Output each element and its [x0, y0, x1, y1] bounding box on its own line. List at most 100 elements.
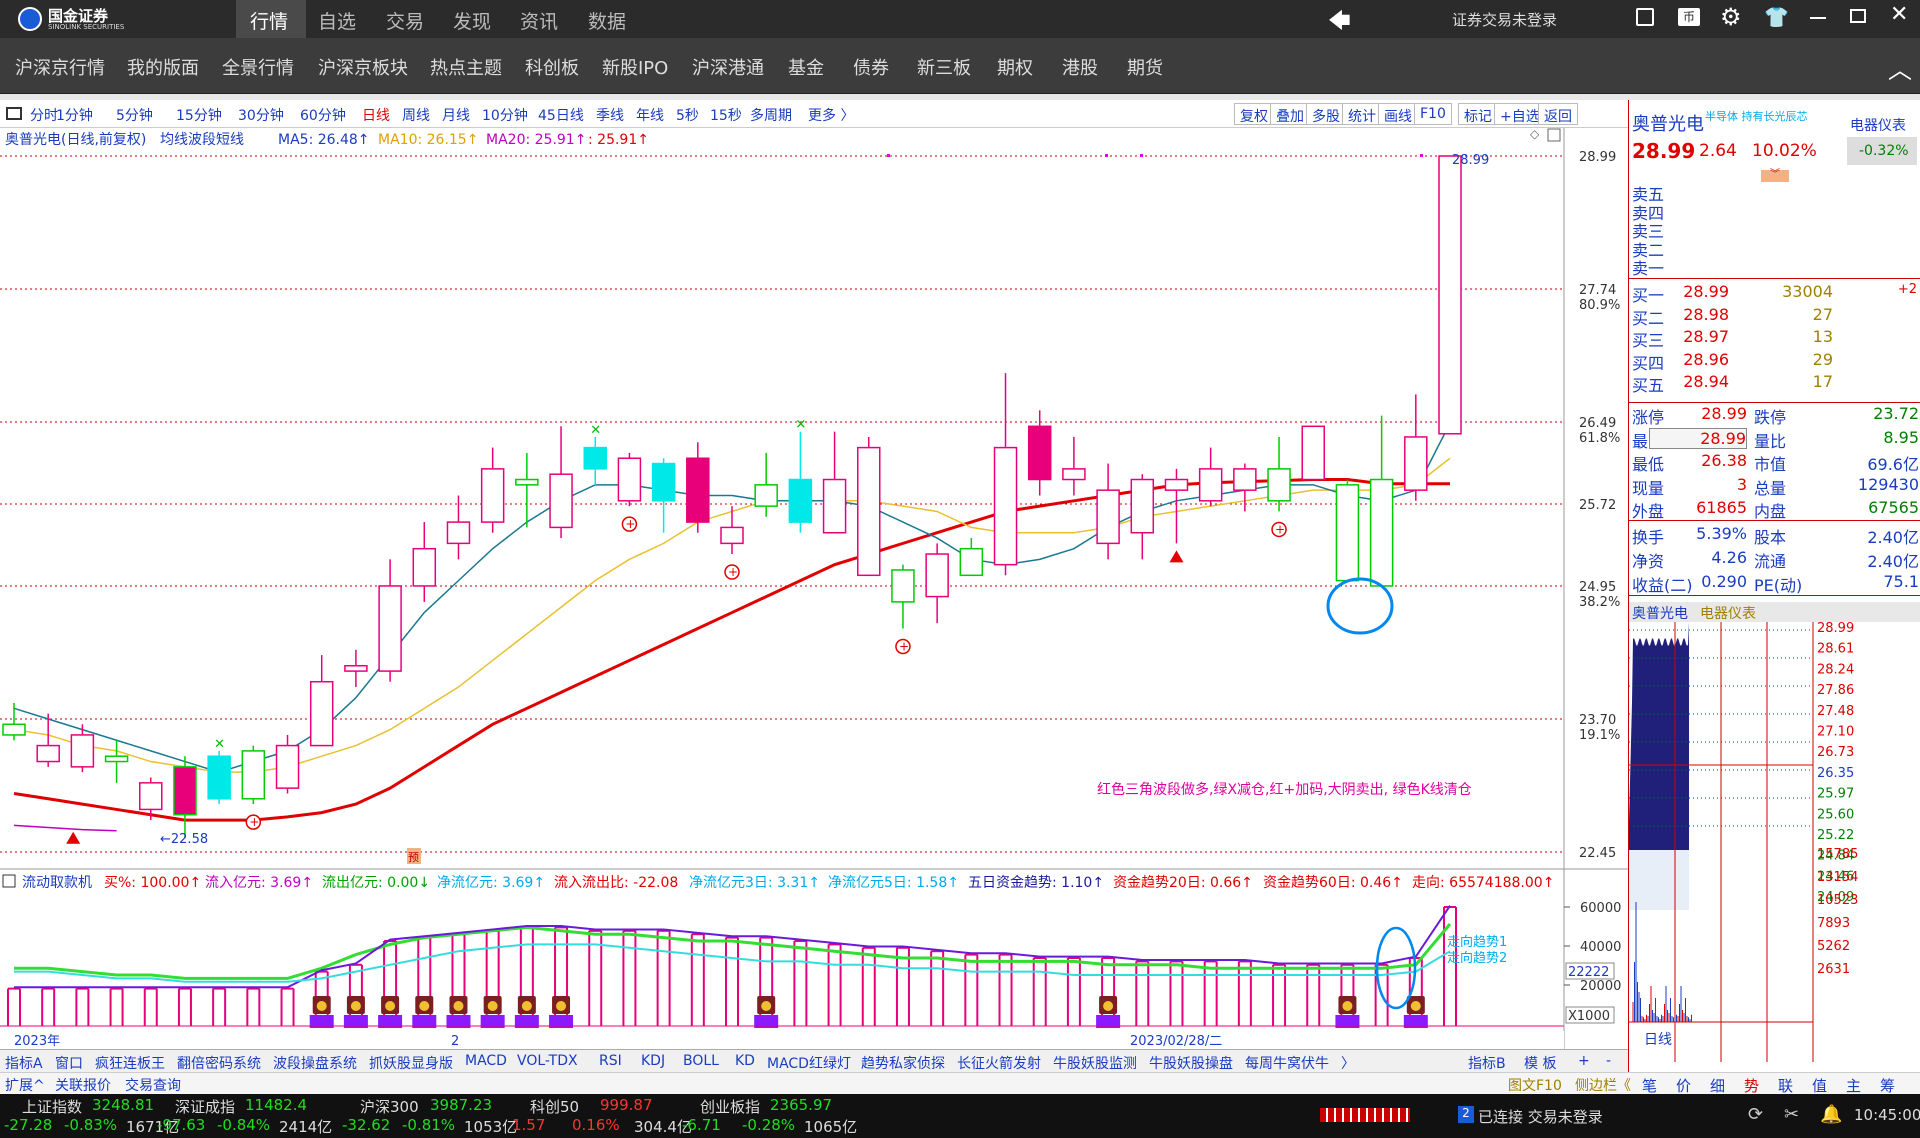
period-11[interactable]: 季线: [596, 105, 624, 125]
indicator-tab-4[interactable]: 波段操盘系统: [273, 1053, 357, 1073]
nav-item[interactable]: 期权: [997, 54, 1033, 80]
expand-chevron-icon[interactable]: ︾: [1761, 170, 1789, 182]
indicator-tab-11[interactable]: KD: [735, 1053, 755, 1069]
index-name[interactable]: 沪深300: [360, 1096, 419, 1117]
tool-button-4[interactable]: 画线: [1378, 103, 1418, 125]
panel-icon[interactable]: [1547, 128, 1561, 142]
tab-faxian[interactable]: 发现: [453, 7, 491, 34]
indicator-tab-8[interactable]: RSI: [599, 1053, 622, 1069]
tab-trade-query[interactable]: 交易查询: [125, 1075, 181, 1095]
period-13[interactable]: 5秒: [676, 105, 699, 125]
kline-chart-area[interactable]: 奥普光电(日线,前复权) 均线波段短线 MA5: 26.48↑ MA10: 26…: [0, 127, 1628, 1049]
period-2[interactable]: 5分钟: [116, 105, 153, 125]
indicator-tab-15[interactable]: 牛股妖股监测: [1053, 1053, 1137, 1073]
nav-item[interactable]: 新股IPO: [602, 54, 668, 80]
connection-status[interactable]: 已连接 交易未登录: [1478, 1106, 1603, 1127]
side-button-0[interactable]: 笔: [1642, 1075, 1657, 1096]
period-12[interactable]: 年线: [636, 105, 664, 125]
side-button-5[interactable]: 值: [1812, 1075, 1827, 1096]
indicator-tab-0[interactable]: 指标A: [5, 1053, 43, 1073]
period-0[interactable]: 分时: [30, 105, 58, 125]
indicator-tab-18[interactable]: 〉: [1341, 1053, 1355, 1073]
gear-icon[interactable]: ⚙: [1720, 3, 1742, 31]
nav-item[interactable]: 新三板: [917, 54, 971, 80]
tool-button-1[interactable]: 叠加: [1270, 103, 1310, 125]
tool-button-6[interactable]: 标记: [1458, 103, 1498, 125]
indicator-tab-9[interactable]: KDJ: [641, 1053, 665, 1069]
indicator-right-3[interactable]: -: [1606, 1053, 1611, 1069]
side-button-4[interactable]: 联: [1778, 1075, 1793, 1096]
collapse-up-icon[interactable]: ︿: [1888, 50, 1912, 85]
indicator-tab-2[interactable]: 疯狂连板王: [95, 1053, 165, 1073]
tools-icon[interactable]: ✂: [1784, 1104, 1799, 1125]
period-1[interactable]: 1分钟: [56, 105, 93, 125]
index-name[interactable]: 深证成指: [175, 1096, 235, 1117]
bell-icon[interactable]: 🔔: [1820, 1104, 1842, 1125]
period-5[interactable]: 60分钟: [300, 105, 346, 125]
quote-sector[interactable]: 电器仪表: [1850, 115, 1906, 135]
ask-level[interactable]: 卖一: [1632, 255, 1664, 279]
period-9[interactable]: 10分钟: [482, 105, 528, 125]
diamond-icon[interactable]: ◇: [1530, 127, 1540, 141]
indicator-tab-16[interactable]: 牛股妖股操盘: [1149, 1053, 1233, 1073]
tab-sidebar[interactable]: 侧边栏《: [1575, 1075, 1631, 1095]
nav-item[interactable]: 全景行情: [222, 54, 294, 80]
side-button-1[interactable]: 价: [1676, 1075, 1691, 1096]
index-name[interactable]: 创业板指: [700, 1096, 760, 1117]
nav-item[interactable]: 基金: [788, 54, 824, 80]
mini-chart-sector[interactable]: 电器仪表: [1700, 603, 1756, 623]
refresh-icon[interactable]: ⟳: [1748, 1104, 1763, 1125]
side-button-6[interactable]: 主: [1846, 1075, 1861, 1096]
indicator-tab-3[interactable]: 翻倍密码系统: [177, 1053, 261, 1073]
tab-zixuan[interactable]: 自选: [318, 7, 356, 34]
period-8[interactable]: 月线: [442, 105, 470, 125]
restore-icon[interactable]: [1850, 9, 1866, 23]
layout-grid-icon[interactable]: [1636, 8, 1654, 26]
period-6[interactable]: 日线: [362, 105, 390, 125]
tab-jiaoyi[interactable]: 交易: [386, 7, 424, 34]
indicator-tab-12[interactable]: MACD红绿灯: [767, 1053, 851, 1073]
nav-item[interactable]: 科创板: [525, 54, 579, 80]
close-icon[interactable]: ✕: [1890, 2, 1908, 27]
tool-button-5[interactable]: F10: [1414, 103, 1452, 125]
tab-related-quotes[interactable]: 关联报价: [55, 1075, 111, 1095]
nav-item[interactable]: 港股: [1062, 54, 1098, 80]
mini-intraday-chart[interactable]: 28.99 28.61 28.24 27.86 27.48 27.10 26.73 26.35…: [1629, 622, 1920, 1062]
side-button-2[interactable]: 细: [1710, 1075, 1725, 1096]
period-3[interactable]: 15分钟: [176, 105, 222, 125]
index-name[interactable]: 上证指数: [22, 1096, 82, 1117]
period-4[interactable]: 30分钟: [238, 105, 284, 125]
indicator-right-0[interactable]: 指标B: [1468, 1053, 1506, 1073]
tool-button-2[interactable]: 多股: [1306, 103, 1346, 125]
minimize-icon[interactable]: [1810, 17, 1826, 19]
info-icon[interactable]: 币: [1678, 8, 1700, 26]
tab-expand[interactable]: 扩展^: [5, 1075, 45, 1095]
indicator-tab-14[interactable]: 长征火箭发射: [957, 1053, 1041, 1073]
nav-item[interactable]: 沪深京板块: [318, 54, 408, 80]
period-14[interactable]: 15秒: [710, 105, 742, 125]
indicator-tab-6[interactable]: MACD: [465, 1053, 507, 1069]
period-16[interactable]: 更多 〉: [808, 105, 854, 125]
period-15[interactable]: 多周期: [750, 105, 792, 125]
back-arrow-icon[interactable]: 🡄: [1328, 4, 1351, 42]
panel-toggle-icon[interactable]: [6, 107, 22, 120]
indicator-tab-10[interactable]: BOLL: [683, 1053, 719, 1069]
shirt-icon[interactable]: 👕: [1764, 5, 1789, 29]
nav-item[interactable]: 债券: [853, 54, 889, 80]
account-status[interactable]: 证券交易未登录: [1452, 9, 1557, 30]
indicator-tab-13[interactable]: 趋势私家侦探: [861, 1053, 945, 1073]
tab-shuju[interactable]: 数据: [588, 7, 626, 34]
indicator-tab-5[interactable]: 抓妖股显身版: [369, 1053, 453, 1073]
tool-button-8[interactable]: 返回: [1538, 103, 1578, 125]
indicator-tab-17[interactable]: 每周牛窝伏牛: [1245, 1053, 1329, 1073]
nav-item[interactable]: 热点主题: [430, 54, 502, 80]
indicator-right-1[interactable]: 模 板: [1524, 1053, 1556, 1073]
nav-item[interactable]: 沪深港通: [692, 54, 764, 80]
tab-hangqing[interactable]: 行情: [250, 7, 288, 34]
nav-item[interactable]: 沪深京行情: [15, 54, 105, 80]
tab-zixun[interactable]: 资讯: [520, 7, 558, 34]
index-name[interactable]: 科创50: [530, 1096, 579, 1117]
nav-item[interactable]: 期货: [1127, 54, 1163, 80]
indicator-tab-1[interactable]: 窗口: [55, 1053, 83, 1073]
side-button-7[interactable]: 筹: [1880, 1075, 1895, 1096]
